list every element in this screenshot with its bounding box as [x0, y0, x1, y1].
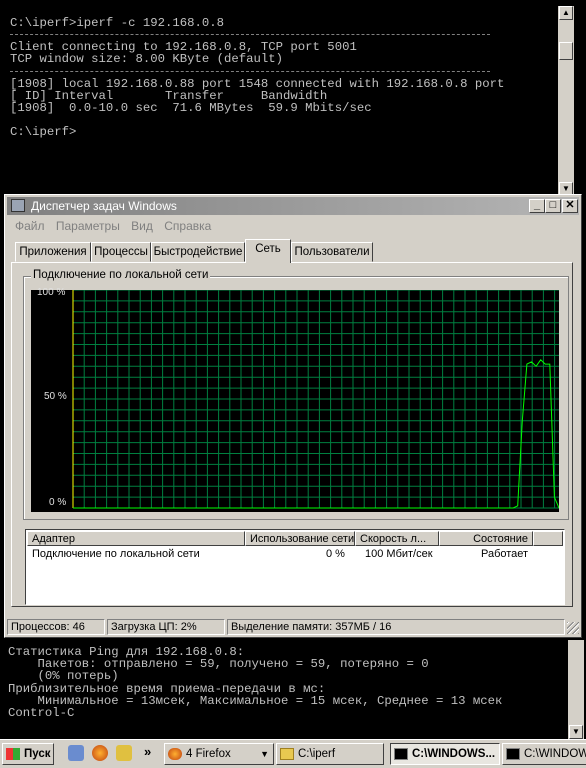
- windows-logo-icon: [6, 747, 20, 760]
- close-icon[interactable]: ✕: [562, 199, 578, 213]
- scroll-down-icon[interactable]: ▼: [569, 725, 583, 739]
- quicklaunch-desktop-icon[interactable]: [68, 745, 84, 761]
- console-line: C:\iperf>: [10, 125, 77, 140]
- cell-adapter: Подключение по локальной сети: [32, 548, 200, 560]
- status-memory: Выделение памяти: 357МБ / 16: [227, 619, 565, 635]
- console-scrollbar[interactable]: ▲ ▼: [558, 6, 574, 196]
- col-adapter[interactable]: Адаптер: [27, 531, 245, 546]
- console-separator: [10, 70, 490, 72]
- folder-icon: [280, 747, 294, 760]
- cmd-icon: [506, 747, 520, 760]
- title-bar[interactable]: Диспетчер задач Windows _ □ ✕: [7, 197, 579, 215]
- console-line: TCP window size: 8.00 KByte (default): [10, 52, 284, 67]
- ping-line: (0% потерь): [8, 669, 119, 684]
- firefox-icon: [168, 747, 182, 760]
- status-bar: Процессов: 46 Загрузка ЦП: 2% Выделение …: [7, 619, 579, 635]
- task-manager-window: Диспетчер задач Windows _ □ ✕ Файл Парам…: [4, 194, 582, 638]
- taskbar-button-cmd-1[interactable]: C:\WINDOWS...: [390, 743, 500, 765]
- quicklaunch-app-icon[interactable]: [116, 745, 132, 761]
- window-title: Диспетчер задач Windows: [31, 199, 177, 213]
- groupbox-label: Подключение по локальной сети: [31, 269, 211, 281]
- col-network-usage[interactable]: Использование сети: [245, 531, 355, 546]
- console-window-top[interactable]: C:\iperf>iperf -c 192.168.0.8 Client conn…: [0, 0, 586, 196]
- graph-plot: [72, 290, 559, 509]
- menu-help[interactable]: Справка: [164, 219, 211, 233]
- tab-performance[interactable]: Быстродействие: [151, 242, 245, 262]
- console-window-bottom[interactable]: Статистика Ping для 192.168.0.8: Пакетов…: [0, 640, 586, 739]
- console-line: C:\iperf>iperf -c 192.168.0.8: [10, 16, 225, 30]
- taskbar-button-firefox[interactable]: 4 Firefox ▼: [164, 743, 274, 765]
- col-link-speed[interactable]: Скорость л...: [355, 531, 439, 546]
- console-scrollbar-bottom[interactable]: ▼: [568, 640, 584, 739]
- network-graph: 100 % 50 % 0 %: [31, 287, 559, 512]
- menu-options[interactable]: Параметры: [56, 219, 120, 233]
- col-state[interactable]: Состояние: [439, 531, 533, 546]
- col-extra: [533, 531, 563, 546]
- quicklaunch-firefox-icon[interactable]: [92, 745, 108, 761]
- task-manager-icon: [11, 199, 25, 212]
- start-button[interactable]: Пуск: [2, 743, 54, 765]
- scroll-up-icon[interactable]: ▲: [559, 6, 573, 20]
- cmd-icon: [394, 747, 408, 760]
- ping-line: Приблизительное время приема-передачи в …: [8, 681, 326, 696]
- console-output: C:\iperf>iperf -c 192.168.0.8 Client conn…: [10, 17, 504, 139]
- scroll-thumb[interactable]: [559, 42, 573, 60]
- tab-network[interactable]: Сеть: [245, 239, 291, 263]
- console-line: [1908] local 192.168.0.88 port 1548 conn…: [10, 76, 505, 91]
- maximize-icon[interactable]: □: [545, 199, 561, 213]
- resize-grip-icon[interactable]: [567, 622, 579, 634]
- status-processes: Процессов: 46: [7, 619, 105, 635]
- tab-processes[interactable]: Процессы: [91, 242, 151, 262]
- console-separator: [10, 34, 490, 36]
- console-line: [1908] 0.0-10.0 sec 71.6 MBytes 59.9 Mbi…: [10, 100, 372, 115]
- cell-speed: 100 Мбит/сек: [365, 548, 433, 560]
- adapter-table[interactable]: Адаптер Использование сети Скорость л...…: [25, 529, 565, 605]
- ping-line: Минимальное = 13мсек, Максимальное = 15 …: [8, 693, 503, 708]
- menu-bar: Файл Параметры Вид Справка: [15, 219, 219, 233]
- taskbar-button-cmd-2[interactable]: C:\WINDOW: [502, 743, 586, 765]
- taskbar: Пуск » 4 Firefox ▼ C:\iperf C:\WINDOWS...…: [0, 739, 586, 768]
- menu-file[interactable]: Файл: [15, 219, 45, 233]
- taskbar-button-iperf-folder[interactable]: C:\iperf: [276, 743, 384, 765]
- cell-state: Работает: [481, 548, 529, 560]
- tab-users[interactable]: Пользователи: [291, 242, 373, 262]
- quicklaunch-chevron[interactable]: »: [144, 744, 151, 759]
- ping-line: Control-C: [8, 705, 75, 720]
- chevron-down-icon: ▼: [260, 749, 269, 759]
- status-cpu: Загрузка ЦП: 2%: [107, 619, 225, 635]
- cell-usage: 0 %: [326, 548, 345, 560]
- minimize-icon[interactable]: _: [529, 199, 545, 213]
- menu-view[interactable]: Вид: [131, 219, 153, 233]
- tab-applications[interactable]: Приложения: [15, 242, 91, 262]
- ping-output: Статистика Ping для 192.168.0.8: Пакетов…: [8, 646, 502, 719]
